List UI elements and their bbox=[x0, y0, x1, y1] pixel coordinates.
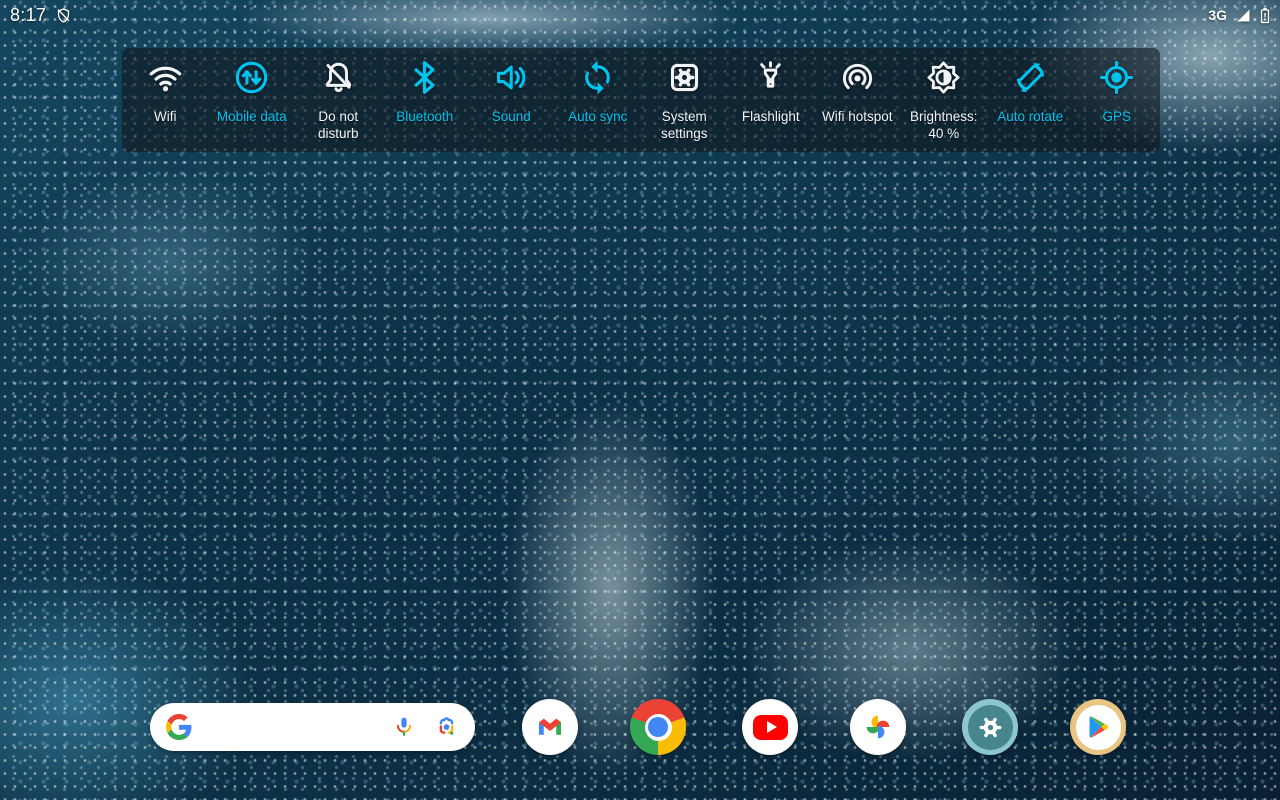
google-lens-icon[interactable] bbox=[434, 715, 459, 740]
home-screen: 8:17 3G Wifi Mobile data Do not disturb … bbox=[0, 0, 1280, 800]
youtube-icon bbox=[752, 714, 788, 740]
qs-tile-label: Wifi bbox=[154, 109, 177, 124]
play-store-icon bbox=[1075, 704, 1121, 750]
app-icon-chrome[interactable] bbox=[630, 699, 686, 755]
qs-tile-label: Mobile data bbox=[216, 109, 287, 124]
qs-tile-auto-rotate[interactable]: Auto rotate bbox=[987, 48, 1074, 152]
shield-off-icon bbox=[55, 7, 72, 24]
status-bar[interactable]: 8:17 3G bbox=[0, 0, 1280, 28]
qs-tile-label: Bluetooth bbox=[396, 109, 454, 124]
qs-tile-label: Auto sync bbox=[568, 109, 628, 124]
bluetooth-icon bbox=[406, 59, 443, 101]
do-not-disturb-icon bbox=[320, 59, 357, 101]
qs-tile-label: GPS bbox=[1102, 109, 1131, 124]
app-icon-gmail[interactable] bbox=[522, 699, 578, 755]
network-type-label: 3G bbox=[1208, 7, 1227, 23]
qs-tile-label: Sound bbox=[491, 109, 531, 124]
google-photos-icon bbox=[866, 715, 890, 739]
brightness-icon bbox=[925, 59, 962, 101]
qs-tile-label: Do not disturb bbox=[317, 109, 359, 141]
qs-tile-brightness[interactable]: Brightness: 40 % bbox=[901, 48, 988, 152]
google-g-logo bbox=[166, 714, 192, 740]
settings-gear-icon bbox=[967, 704, 1013, 750]
qs-tile-mobile-data[interactable]: Mobile data bbox=[209, 48, 296, 152]
wifi-hotspot-icon bbox=[839, 59, 876, 101]
status-bar-right: 3G bbox=[1208, 7, 1270, 24]
qs-tile-gps[interactable]: GPS bbox=[1074, 48, 1161, 152]
sound-icon bbox=[493, 59, 530, 101]
qs-tile-label: Auto rotate bbox=[997, 109, 1064, 124]
qs-tile-system-settings[interactable]: System settings bbox=[641, 48, 728, 152]
flashlight-icon bbox=[752, 59, 789, 101]
battery-icon bbox=[1260, 7, 1270, 24]
qs-tile-auto-sync[interactable]: Auto sync bbox=[555, 48, 642, 152]
system-settings-icon bbox=[666, 59, 703, 101]
qs-tile-wifi-hotspot[interactable]: Wifi hotspot bbox=[814, 48, 901, 152]
status-bar-left: 8:17 bbox=[10, 5, 72, 26]
qs-tile-flashlight[interactable]: Flashlight bbox=[728, 48, 815, 152]
mobile-data-icon bbox=[233, 59, 270, 101]
google-search-bar[interactable] bbox=[150, 703, 475, 751]
clock: 8:17 bbox=[10, 4, 47, 25]
qs-tile-label: Wifi hotspot bbox=[821, 109, 893, 124]
qs-tile-sound[interactable]: Sound bbox=[468, 48, 555, 152]
auto-sync-icon bbox=[579, 59, 616, 101]
auto-rotate-icon bbox=[1012, 59, 1049, 101]
qs-tile-label: Brightness: 40 % bbox=[909, 109, 978, 141]
app-icon-youtube[interactable] bbox=[742, 699, 798, 755]
qs-tile-wifi[interactable]: Wifi bbox=[122, 48, 209, 152]
chrome-icon bbox=[630, 699, 686, 755]
qs-tile-label: System settings bbox=[660, 109, 708, 141]
app-icon-photos[interactable] bbox=[850, 699, 906, 755]
qs-tile-label: Flashlight bbox=[741, 109, 800, 124]
gmail-icon bbox=[538, 718, 562, 735]
signal-full-icon bbox=[1236, 8, 1251, 23]
qs-tile-bluetooth[interactable]: Bluetooth bbox=[382, 48, 469, 152]
quick-settings-panel: Wifi Mobile data Do not disturb Bluetoot… bbox=[122, 48, 1160, 152]
google-mic-icon[interactable] bbox=[392, 715, 416, 739]
wifi-icon bbox=[147, 59, 184, 101]
gps-icon bbox=[1098, 59, 1135, 101]
app-icon-settings[interactable] bbox=[962, 699, 1018, 755]
app-icon-play-store[interactable] bbox=[1070, 699, 1126, 755]
qs-tile-do-not-disturb[interactable]: Do not disturb bbox=[295, 48, 382, 152]
